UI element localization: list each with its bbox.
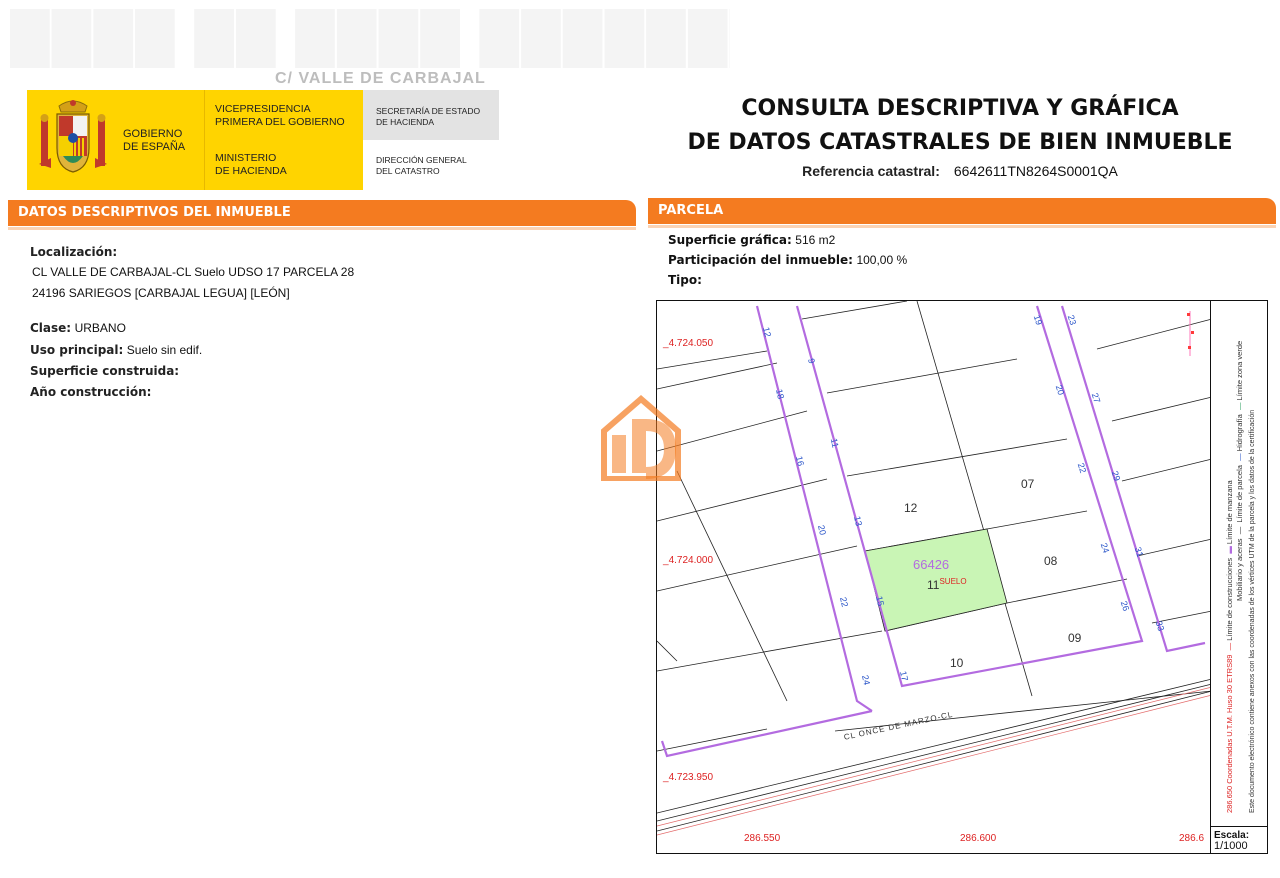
government-logo-block: GOBIERNO DE ESPAÑA VICEPRESIDENCIA PRIME… xyxy=(27,90,499,190)
y-label-3: _4.723.950 xyxy=(663,772,714,783)
tipo-label: Tipo: xyxy=(668,273,702,287)
map-legend: 286.650 Coordenadas U.T.M. Huso 30 ETRS8… xyxy=(1210,301,1267,826)
clase-value: URBANO xyxy=(74,321,126,335)
section-header-descriptivos: DATOS DESCRIPTIVOS DEL INMUEBLE xyxy=(8,200,636,230)
street-number: 20 xyxy=(816,524,828,536)
street-number: 13 xyxy=(852,515,864,527)
parcel-label-08: 08 xyxy=(1044,554,1058,568)
gobierno-label: GOBIERNO DE ESPAÑA xyxy=(123,128,186,153)
anio-construccion-label: Año construcción: xyxy=(30,385,152,399)
street-number: 22 xyxy=(838,596,850,608)
watermark-logo-icon xyxy=(601,395,681,481)
cadastral-map[interactable]: _4.724.050 _4.724.000 _4.723.950 286.550… xyxy=(656,300,1268,854)
vicepresidencia-label: VICEPRESIDENCIA PRIMERA DEL GOBIERNO xyxy=(215,103,345,128)
street-number: 12 xyxy=(761,326,773,338)
parcel-label-12: 12 xyxy=(904,501,918,515)
parcel-label-10: 10 xyxy=(950,656,964,670)
ghost-address: C/ VALLE DE CARBAJAL xyxy=(275,70,486,84)
section-header-parcela: PARCELA xyxy=(648,198,1276,228)
x-label-1: 286.550 xyxy=(744,833,781,844)
superficie-grafica-label: Superficie gráfica: xyxy=(668,233,792,247)
legend-col-3: Este documento electrónico contiene anex… xyxy=(1249,409,1256,813)
superficie-grafica-value: 516 m2 xyxy=(795,233,836,247)
participacion-label: Participación del inmueble: xyxy=(668,253,853,267)
direccion-label: DIRECCIÓN GENERAL DEL CATASTRO xyxy=(376,155,467,176)
legend-col-2: Mobiliario y aceras — Límite de parcela … xyxy=(1235,340,1244,601)
coat-of-arms-icon xyxy=(39,100,107,173)
parcel-number-label: 11SUELO xyxy=(927,577,967,592)
x-label-3: 286.6 xyxy=(1179,833,1205,844)
street-number: 18 xyxy=(774,388,786,400)
clase-label: Clase: xyxy=(30,321,72,335)
participacion-value: 100,00 % xyxy=(856,253,908,267)
uso-label: Uso principal: xyxy=(30,343,124,357)
referencia-value: 6642611TN8264S0001QA xyxy=(953,163,1118,179)
localizacion-label: Localización: xyxy=(30,245,118,259)
street-number: 16 xyxy=(794,455,806,467)
y-label-1: _4.724.050 xyxy=(663,338,714,349)
scale-value: 1/1000 xyxy=(1214,840,1248,852)
manzana-label: 66426 xyxy=(913,557,950,572)
street-number: 15 xyxy=(874,595,886,607)
ghost-header-band: ████ ██ ████ ██████████ xyxy=(10,9,730,68)
secretaria-label: SECRETARÍA DE ESTADO DE HACIENDA xyxy=(376,106,481,127)
localizacion-line2: 24196 SARIEGOS [CARBAJAL LEGUA] [LEÓN] xyxy=(32,286,290,300)
legend-col-1: 286.650 Coordenadas U.T.M. Huso 30 ETRS8… xyxy=(1225,480,1234,813)
page-title: CONSULTA DESCRIPTIVA Y GRÁFICA DE DATOS … xyxy=(687,96,1233,155)
uso-value: Suelo sin edif. xyxy=(126,343,203,357)
parcel-label-07: 07 xyxy=(1021,477,1035,491)
localizacion-line1: CL VALLE DE CARBAJAL-CL Suelo UDSO 17 PA… xyxy=(32,265,355,279)
street-number: 24 xyxy=(860,674,872,686)
y-label-2: _4.724.000 xyxy=(663,555,714,566)
scale-box: Escala: 1/1000 xyxy=(1210,826,1267,853)
referencia-catastral: Referencia catastral: 6642611TN8264S0001Q… xyxy=(802,163,1118,179)
parcel-label-09: 09 xyxy=(1068,631,1082,645)
x-label-2: 286.600 xyxy=(960,833,997,844)
ministerio-label: MINISTERIO DE HACIENDA xyxy=(215,152,287,177)
street-number: 17 xyxy=(898,670,910,682)
superficie-construida-label: Superficie construida: xyxy=(30,364,180,378)
